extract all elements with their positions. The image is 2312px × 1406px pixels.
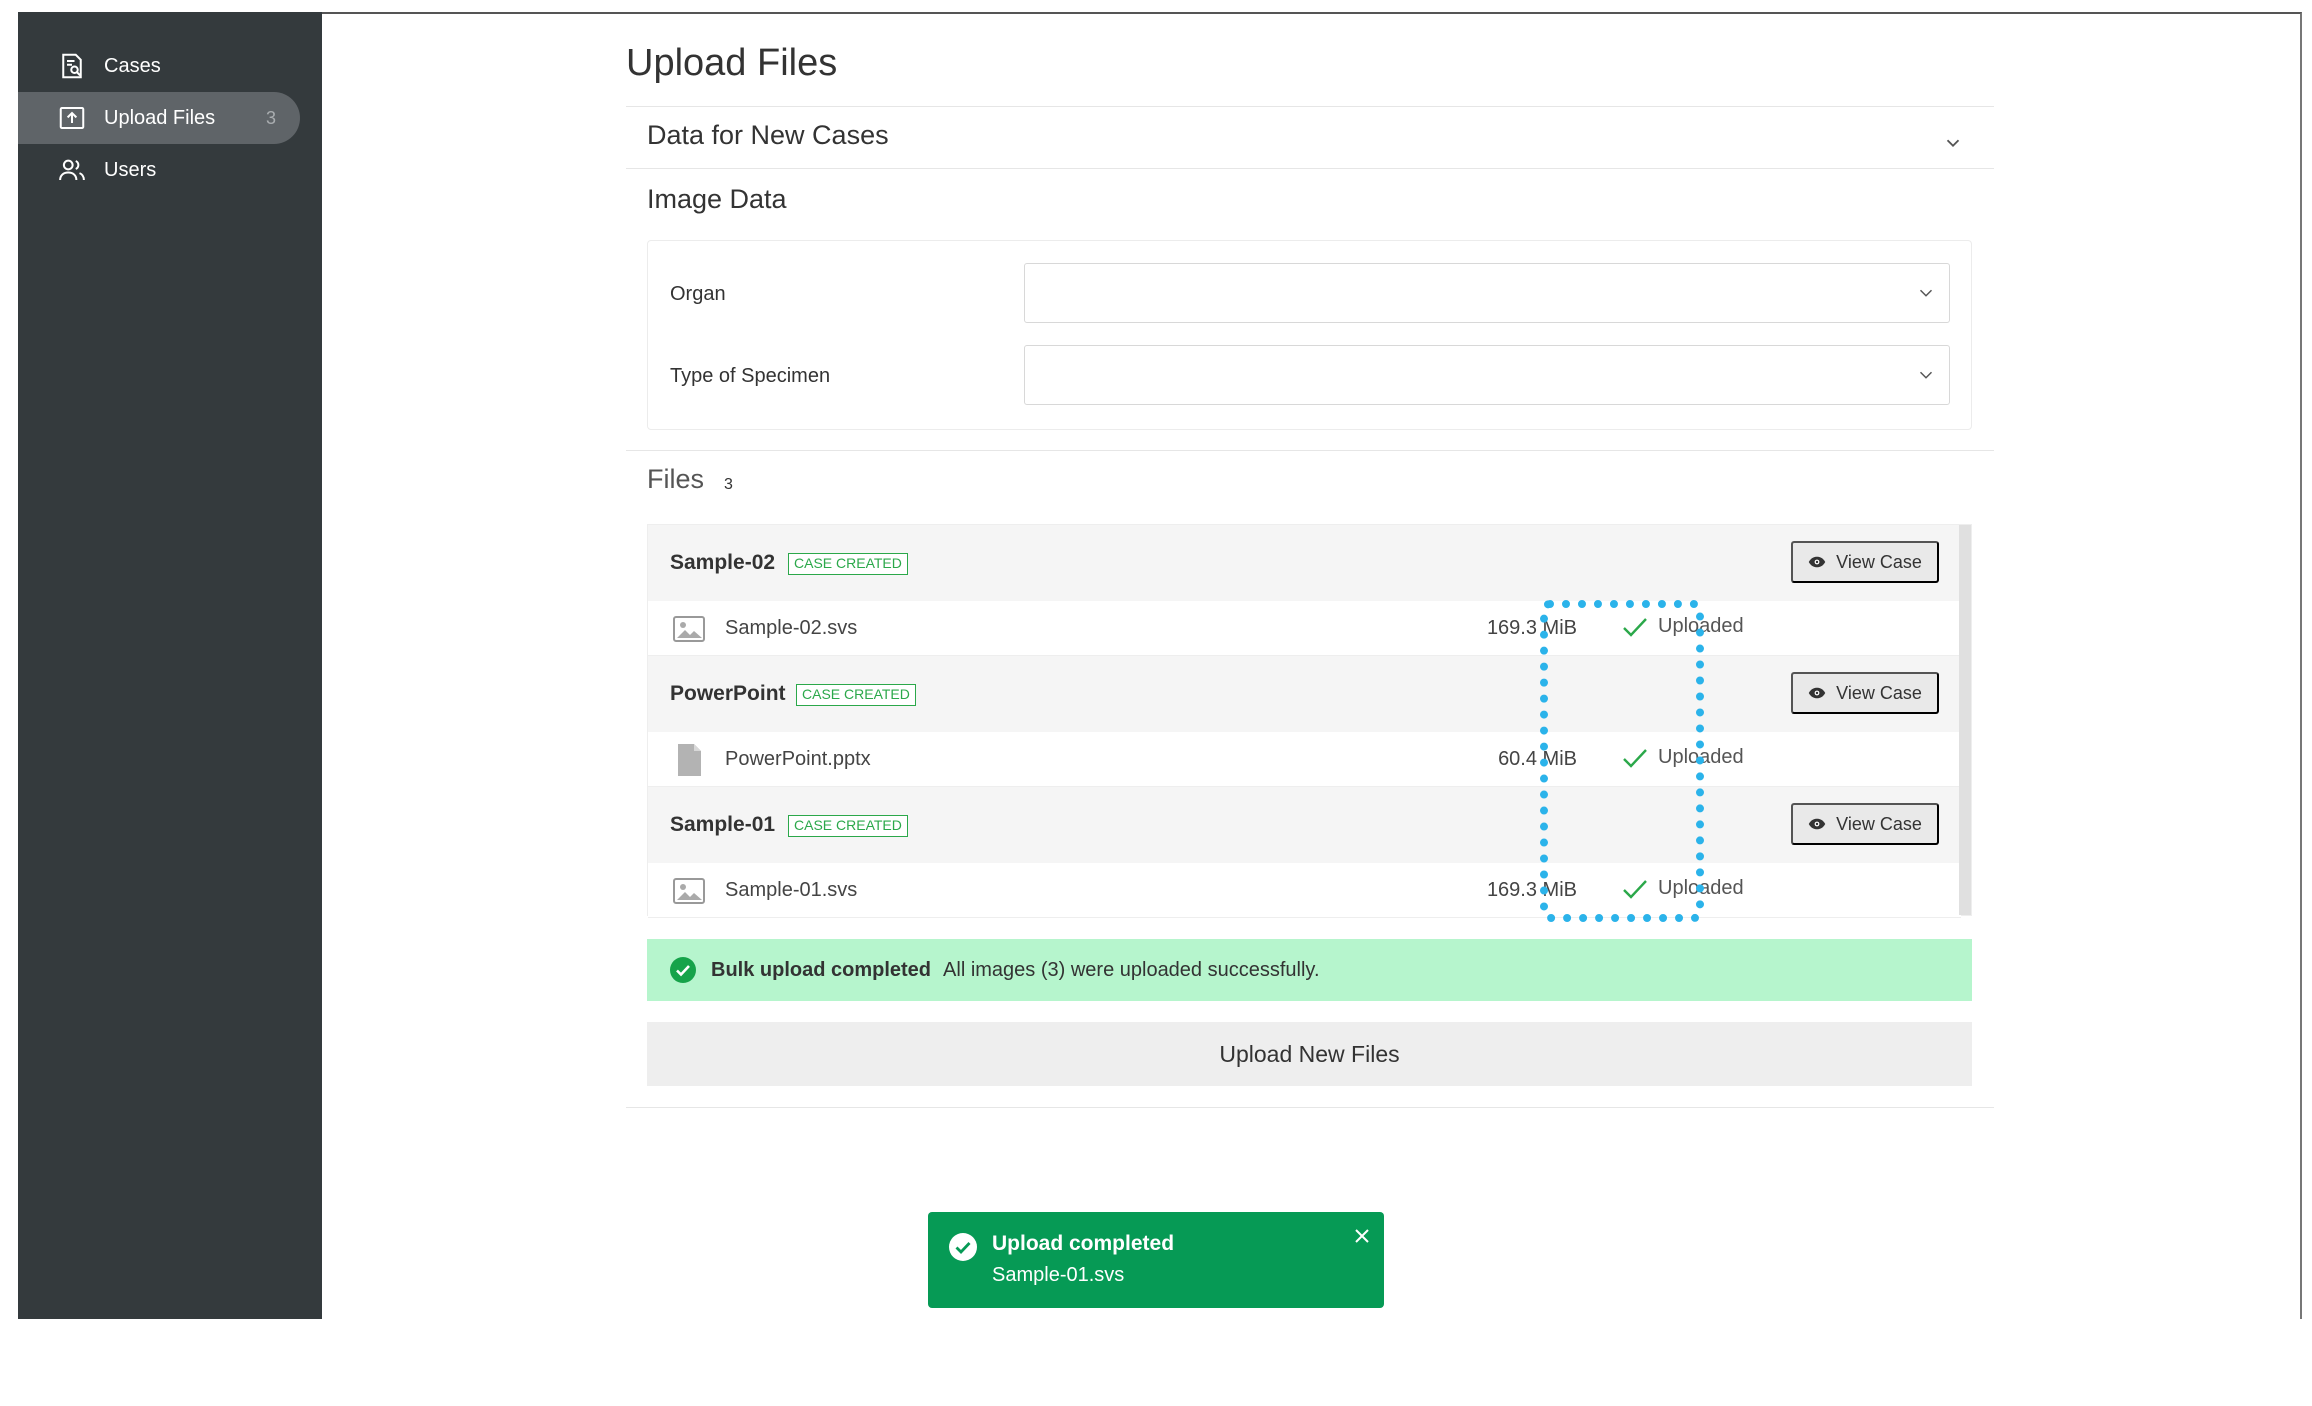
view-case-label: View Case (1836, 682, 1922, 703)
file-name: Sample-02.svs (725, 617, 858, 639)
file-list: Sample-02 CASE CREATED View Case Sample-… (647, 524, 1972, 918)
alert-title: Bulk upload completed (711, 958, 932, 981)
sidebar-item-users[interactable]: Users (18, 144, 300, 196)
file-size: 60.4 MiB (1498, 748, 1577, 770)
file-size: 169.3 MiB (1486, 879, 1577, 901)
eye-icon (1808, 818, 1826, 830)
chevron-down-icon[interactable] (1942, 132, 1964, 154)
file-row: PowerPoint.pptx 60.4 MiB Uploaded (648, 732, 1961, 787)
file-row: Sample-01.svs 169.3 MiB Uploaded (648, 863, 1961, 918)
specimen-label: Type of Specimen (670, 365, 831, 387)
view-case-button[interactable]: View Case (1791, 541, 1939, 583)
sidebar-item-upload-files[interactable]: Upload Files 3 (18, 92, 300, 144)
eye-icon (1808, 556, 1826, 568)
document-file-icon (678, 744, 701, 776)
image-data-form: Organ Type of Specimen (647, 240, 1972, 430)
files-count: 3 (724, 476, 733, 493)
upload-status: Uploaded (1622, 746, 1744, 769)
file-name: Sample-01.svs (725, 879, 858, 901)
sidebar-item-label: Cases (104, 54, 161, 77)
upload-icon (56, 102, 88, 134)
cases-icon (56, 50, 88, 82)
chevron-down-icon (1919, 289, 1933, 297)
view-case-button[interactable]: View Case (1791, 672, 1939, 714)
sidebar-item-cases[interactable]: Cases (18, 40, 300, 92)
view-case-button[interactable]: View Case (1791, 803, 1939, 845)
bulk-upload-alert: Bulk upload completed All images (3) wer… (647, 939, 1972, 1001)
file-size: 169.3 MiB (1486, 617, 1577, 639)
case-name: Sample-01 (670, 813, 776, 836)
case-created-badge: CASE CREATED (796, 684, 916, 706)
divider (626, 450, 1994, 451)
sidebar-item-label: Users (104, 158, 157, 181)
view-case-label: View Case (1836, 551, 1922, 572)
upload-status-label: Uploaded (1658, 877, 1744, 899)
file-list-scrollbar[interactable] (1959, 525, 1971, 915)
upload-new-files-button[interactable]: Upload New Files (647, 1022, 1972, 1086)
upload-status: Uploaded (1622, 877, 1744, 900)
case-group-header: Sample-01 CASE CREATED View Case (648, 787, 1961, 863)
page-title: Upload Files (626, 42, 838, 84)
case-name: Sample-02 (670, 551, 776, 574)
organ-select[interactable] (1024, 263, 1950, 323)
eye-icon (1808, 687, 1826, 699)
case-group-header: PowerPoint CASE CREATED View Case (648, 656, 1961, 732)
image-file-icon (673, 616, 705, 642)
image-file-icon (673, 878, 705, 904)
upload-status-label: Uploaded (1658, 746, 1744, 768)
files-title: Files (647, 464, 705, 494)
file-name: PowerPoint.pptx (725, 748, 871, 770)
section-image-data: Image Data (647, 184, 787, 214)
view-case-label: View Case (1836, 813, 1922, 834)
close-icon[interactable] (1352, 1226, 1372, 1246)
divider (626, 1107, 1994, 1108)
file-row: Sample-02.svs 169.3 MiB Uploaded (648, 601, 1961, 656)
upload-status-label: Uploaded (1658, 615, 1744, 637)
chevron-down-icon (1919, 371, 1933, 379)
divider (626, 106, 1994, 107)
case-created-badge: CASE CREATED (788, 553, 908, 575)
organ-label: Organ (670, 283, 726, 305)
specimen-select[interactable] (1024, 345, 1950, 405)
users-icon (56, 154, 88, 186)
upload-status: Uploaded (1622, 615, 1744, 638)
section-data-for-new-cases[interactable]: Data for New Cases (647, 120, 889, 151)
upload-completed-toast: Upload completed Sample-01.svs (928, 1212, 1384, 1308)
toast-title: Upload completed (992, 1232, 1175, 1255)
sidebar: Cases Upload Files 3 Users (18, 12, 322, 1319)
case-name: PowerPoint (670, 682, 786, 705)
checkmark-icon (1623, 748, 1647, 768)
case-created-badge: CASE CREATED (788, 815, 908, 837)
divider (626, 168, 1994, 169)
upload-count-badge: 3 (265, 107, 276, 128)
checkmark-icon (1623, 617, 1647, 637)
case-group-header: Sample-02 CASE CREATED View Case (648, 525, 1961, 601)
checkmark-icon (1623, 879, 1647, 899)
check-circle-icon (670, 957, 696, 983)
alert-message: All images (3) were uploaded successfull… (943, 958, 1320, 981)
sidebar-item-label: Upload Files (104, 106, 216, 129)
check-circle-icon (949, 1233, 977, 1261)
toast-message: Sample-01.svs (992, 1264, 1125, 1286)
